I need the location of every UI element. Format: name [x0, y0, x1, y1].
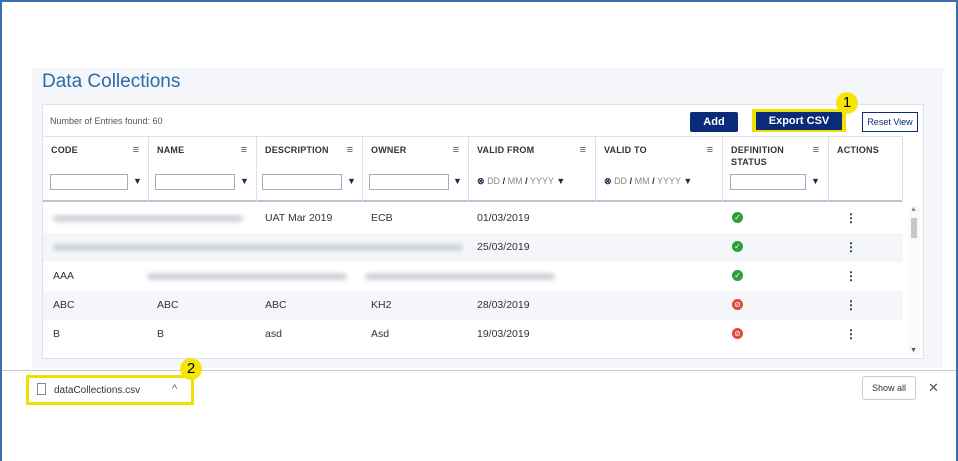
check-icon: ✓ [732, 241, 743, 252]
column-actions: ACTIONS [829, 136, 903, 202]
menu-icon[interactable]: ≡ [453, 144, 459, 156]
scroll-up-icon[interactable]: ▲ [910, 206, 917, 213]
filter-icon[interactable]: ▼ [683, 176, 692, 186]
check-icon: ✓ [732, 212, 743, 223]
scrollbar-thumb[interactable] [911, 218, 917, 238]
column-label: OWNER [371, 145, 407, 155]
column-description: DESCRIPTION ≡ ▼ [257, 136, 363, 202]
table-row[interactable]: B B asd Asd 19/03/2019 ⊘ ⋮ [43, 320, 903, 349]
valid-to-date-filter[interactable]: ⊗ DD / MM / YYYY ▼ [604, 176, 692, 187]
valid-from-date-filter[interactable]: ⊗ DD / MM / YYYY ▼ [477, 176, 565, 187]
kebab-icon[interactable]: ⋮ [845, 211, 857, 225]
kebab-icon[interactable]: ⋮ [845, 298, 857, 312]
check-icon: ✓ [732, 270, 743, 281]
description-filter-input[interactable] [262, 174, 342, 190]
code-filter-input[interactable] [50, 174, 128, 190]
column-name: NAME ≡ ▼ [149, 136, 257, 202]
filter-icon[interactable]: ▼ [556, 176, 565, 186]
owner-filter-input[interactable] [369, 174, 449, 190]
chevron-up-icon[interactable]: ^ [172, 383, 177, 395]
annotation-badge-1: 1 [836, 92, 858, 114]
annotation-badge-2: 2 [180, 358, 202, 380]
redacted-text [365, 273, 555, 280]
filter-icon[interactable]: ▼ [240, 176, 249, 186]
column-owner: OWNER ≡ ▼ [363, 136, 469, 202]
add-button[interactable]: Add [690, 112, 738, 132]
show-all-button[interactable]: Show all [862, 376, 916, 400]
column-label: VALID FROM [477, 145, 535, 155]
kebab-icon[interactable]: ⋮ [845, 327, 857, 341]
redacted-text [53, 244, 463, 251]
download-filename[interactable]: dataCollections.csv [54, 385, 140, 396]
close-icon[interactable]: ✕ [928, 380, 939, 396]
redacted-text [53, 215, 243, 222]
menu-icon[interactable]: ≡ [813, 144, 819, 156]
menu-icon[interactable]: ≡ [241, 144, 247, 156]
menu-icon[interactable]: ≡ [707, 144, 713, 156]
status-filter-input[interactable] [730, 174, 806, 190]
column-label: VALID TO [604, 145, 647, 155]
filter-icon[interactable]: ▼ [347, 176, 356, 186]
column-valid-from: VALID FROM ≡ ⊗ DD / MM / YYYY ▼ [469, 136, 596, 202]
export-csv-button[interactable]: Export CSV [756, 112, 842, 130]
filter-icon[interactable]: ▼ [133, 176, 142, 186]
kebab-icon[interactable]: ⋮ [845, 240, 857, 254]
reset-view-button[interactable]: Reset View [862, 112, 918, 132]
clear-icon[interactable]: ⊗ [604, 176, 612, 186]
clear-icon[interactable]: ⊗ [477, 176, 485, 186]
scroll-down-icon[interactable]: ▼ [910, 347, 917, 354]
kebab-icon[interactable]: ⋮ [845, 269, 857, 283]
file-icon [37, 383, 46, 395]
table-scrollbar[interactable]: ▲ ▼ [908, 206, 920, 354]
column-label: CODE [51, 145, 78, 155]
column-label: DEFINITION STATUS [731, 145, 784, 167]
menu-icon[interactable]: ≡ [133, 144, 139, 156]
column-valid-to: VALID TO ≡ ⊗ DD / MM / YYYY ▼ [596, 136, 723, 202]
table-row[interactable]: 25/03/2019 ✓ ⋮ [43, 233, 903, 262]
error-icon: ⊘ [732, 299, 743, 310]
column-code: CODE ≡ ▼ [43, 136, 149, 202]
table-row[interactable]: ABC ABC ABC KH2 28/03/2019 ⊘ ⋮ [43, 291, 903, 320]
filter-icon[interactable]: ▼ [453, 176, 462, 186]
column-definition-status: DEFINITION STATUS ≡ ▼ [723, 136, 829, 202]
column-label: ACTIONS [837, 145, 879, 155]
error-icon: ⊘ [732, 328, 743, 339]
column-label: DESCRIPTION [265, 145, 329, 155]
entries-count: Number of Entries found: 60 [50, 116, 163, 126]
redacted-text [147, 273, 347, 280]
page-title: Data Collections [42, 71, 181, 92]
name-filter-input[interactable] [155, 174, 235, 190]
menu-icon[interactable]: ≡ [580, 144, 586, 156]
menu-icon[interactable]: ≡ [347, 144, 353, 156]
column-label: NAME [157, 145, 185, 155]
table-row[interactable]: UAT Mar 2019 ECB 01/03/2019 ✓ ⋮ [43, 204, 903, 233]
table-row[interactable]: AAA ✓ ⋮ [43, 262, 903, 291]
filter-icon[interactable]: ▼ [811, 176, 820, 186]
